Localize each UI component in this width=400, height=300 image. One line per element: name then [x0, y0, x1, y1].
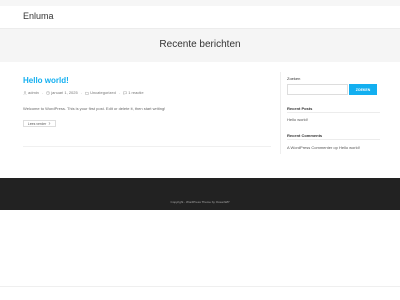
- post-title-link[interactable]: Hello world!: [23, 76, 69, 85]
- read-more-label: Lees verder: [27, 121, 47, 126]
- post-date: januari 1, 2025: [46, 90, 78, 95]
- footer-copyright: Copyright - WordPress Theme by OceanWP: [170, 200, 230, 204]
- chevron-right-icon: [48, 122, 51, 125]
- search-input[interactable]: [287, 84, 348, 95]
- post-author[interactable]: admin: [23, 90, 39, 95]
- meta-separator: -: [118, 90, 121, 95]
- post-meta: admin - januari 1, 2025 - Uncategorized …: [23, 90, 144, 95]
- post-category-label: Uncategorized: [90, 90, 116, 95]
- widget-divider: [287, 112, 380, 113]
- recent-post-link[interactable]: Hello world!: [287, 117, 308, 122]
- widget-divider: [287, 139, 380, 140]
- post-date-label: januari 1, 2025: [51, 90, 78, 95]
- recent-posts-title: Recent Posts: [287, 106, 313, 111]
- site-title-link[interactable]: Enluma: [23, 11, 54, 21]
- post-comments[interactable]: 1 reactie: [123, 90, 144, 95]
- search-label: Zoeken: [287, 76, 301, 81]
- site-header: Enluma: [0, 6, 400, 28]
- bottom-divider: [0, 286, 400, 287]
- content-area: Hello world! admin - januari 1, 2025 - U…: [0, 62, 400, 178]
- post-author-label: admin: [28, 90, 39, 95]
- page-title: Recente berichten: [159, 39, 241, 50]
- site-footer: Copyright - WordPress Theme by OceanWP: [0, 178, 400, 210]
- post-comments-label: 1 reactie: [128, 90, 144, 95]
- recent-comments-title: Recent Comments: [287, 133, 323, 138]
- folder-icon: [85, 91, 89, 95]
- search-button[interactable]: ZOEKEN: [349, 84, 377, 95]
- meta-separator: -: [41, 90, 44, 95]
- meta-separator: -: [80, 90, 83, 95]
- recent-comment-link[interactable]: A WordPress Commenter op Hello world!: [287, 145, 360, 150]
- comment-icon: [123, 91, 128, 95]
- read-more-button[interactable]: Lees verder: [23, 120, 56, 127]
- clock-icon: [46, 90, 51, 95]
- page-header: Recente berichten: [0, 28, 400, 63]
- sidebar-border: [280, 72, 281, 154]
- post-excerpt: Welcome to WordPress. This is your first…: [23, 106, 166, 111]
- user-icon: [23, 90, 27, 95]
- content-divider: [23, 146, 271, 147]
- post-category[interactable]: Uncategorized: [85, 90, 116, 95]
